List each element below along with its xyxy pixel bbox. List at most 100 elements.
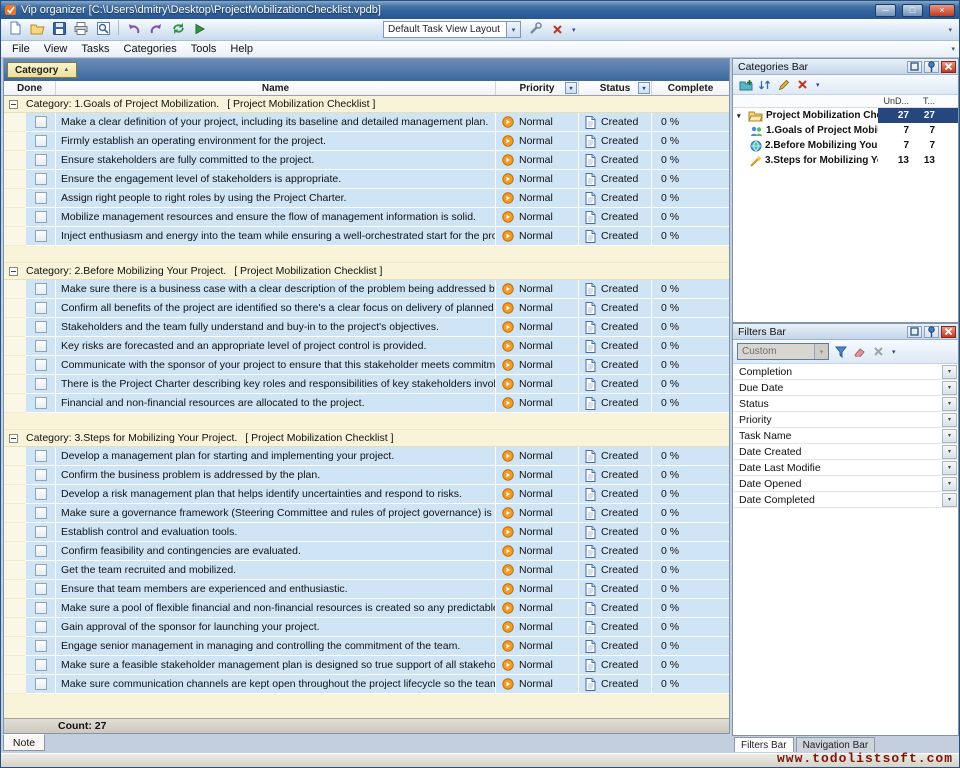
filter-preset-select[interactable]: Custom ▾ — [737, 343, 829, 360]
panel-pin-button[interactable] — [924, 326, 939, 338]
filter-dropdown-icon[interactable]: ▾ — [942, 461, 957, 475]
side-tab-navigation-bar[interactable]: Navigation Bar — [796, 737, 876, 752]
done-checkbox[interactable] — [35, 507, 47, 519]
arrange-categories-button[interactable] — [755, 76, 774, 93]
category-tree-item[interactable]: ▾Project Mobilization Checklist2727 — [733, 108, 958, 123]
filter-row[interactable]: Status▾ — [733, 396, 958, 412]
redo-button[interactable] — [145, 19, 167, 38]
collapse-icon[interactable] — [9, 434, 18, 443]
link-button[interactable] — [524, 19, 546, 38]
task-row[interactable]: Ensure that team members are experienced… — [4, 580, 729, 599]
filter-dropdown-icon[interactable]: ▾ — [942, 381, 957, 395]
done-checkbox[interactable] — [35, 211, 47, 223]
done-checkbox[interactable] — [35, 640, 47, 652]
layout-dropdown-icon[interactable]: ▾ — [568, 26, 580, 34]
task-row[interactable]: Stakeholders and the team fully understa… — [4, 318, 729, 337]
group-header-row[interactable]: Category: 3.Steps for Mobilizing Your Pr… — [4, 430, 729, 447]
filter-dropdown-icon[interactable]: ▾ — [942, 365, 957, 379]
preview-button[interactable] — [92, 19, 114, 38]
task-row[interactable]: Make a clear definition of your project,… — [4, 113, 729, 132]
done-checkbox[interactable] — [35, 678, 47, 690]
filter-dropdown-icon[interactable]: ▾ — [942, 445, 957, 459]
delete-button[interactable] — [546, 20, 568, 39]
task-row[interactable]: Make sure a pool of flexible financial a… — [4, 599, 729, 618]
done-checkbox[interactable] — [35, 192, 47, 204]
open-button[interactable] — [26, 19, 48, 38]
maximize-button[interactable]: □ — [902, 4, 923, 17]
task-row[interactable]: There is the Project Charter describing … — [4, 375, 729, 394]
panel-pin-button[interactable] — [924, 61, 939, 73]
filter-dropdown-icon[interactable]: ▾ — [942, 493, 957, 507]
task-row[interactable]: Mobilize management resources and ensure… — [4, 208, 729, 227]
side-tab-filters-bar[interactable]: Filters Bar — [734, 737, 794, 752]
done-checkbox[interactable] — [35, 135, 47, 147]
group-by-category-chip[interactable]: Category ▲ — [7, 62, 77, 78]
toolbar-overflow-button[interactable]: ▾ — [944, 26, 956, 34]
done-checkbox[interactable] — [35, 488, 47, 500]
toolbar-dropdown-icon[interactable]: ▾ — [812, 81, 824, 89]
clear-filter-button[interactable] — [850, 343, 869, 360]
task-view-layout-select[interactable]: Default Task View Layout ▾ — [383, 21, 521, 38]
menu-overflow-button[interactable]: ▾ — [947, 45, 959, 53]
panel-close-button[interactable] — [941, 61, 956, 73]
done-checkbox[interactable] — [35, 173, 47, 185]
delete-category-button[interactable] — [793, 76, 812, 93]
note-tab[interactable]: Note — [3, 734, 45, 751]
new-button[interactable] — [4, 19, 26, 38]
filter-row[interactable]: Due Date▾ — [733, 380, 958, 396]
done-checkbox[interactable] — [35, 602, 47, 614]
task-row[interactable]: Engage senior management in managing and… — [4, 637, 729, 656]
filter-row[interactable]: Priority▾ — [733, 412, 958, 428]
filter-dropdown-icon[interactable]: ▾ — [942, 477, 957, 491]
task-row[interactable]: Ensure stakeholders are fully committed … — [4, 151, 729, 170]
task-row[interactable]: Assign right people to right roles by us… — [4, 189, 729, 208]
task-row[interactable]: Develop a risk management plan that help… — [4, 485, 729, 504]
task-row[interactable]: Communicate with the sponsor of your pro… — [4, 356, 729, 375]
task-row[interactable]: Get the team recruited and mobilized.Nor… — [4, 561, 729, 580]
filter-row[interactable]: Date Created▾ — [733, 444, 958, 460]
done-checkbox[interactable] — [35, 526, 47, 538]
filter-row[interactable]: Completion▾ — [733, 364, 958, 380]
task-row[interactable]: Financial and non-financial resources ar… — [4, 394, 729, 413]
task-row[interactable]: Make sure a feasible stakeholder managem… — [4, 656, 729, 675]
done-checkbox[interactable] — [35, 583, 47, 595]
close-button[interactable]: × — [929, 4, 955, 17]
task-row[interactable]: Make sure there is a business case with … — [4, 280, 729, 299]
filter-row[interactable]: Date Completed▾ — [733, 492, 958, 508]
task-row[interactable]: Gain approval of the sponsor for launchi… — [4, 618, 729, 637]
task-row[interactable]: Confirm feasibility and contingencies ar… — [4, 542, 729, 561]
done-checkbox[interactable] — [35, 116, 47, 128]
panel-restore-button[interactable] — [907, 61, 922, 73]
minimize-button[interactable]: ─ — [875, 4, 896, 17]
done-checkbox[interactable] — [35, 154, 47, 166]
category-tree-item[interactable]: 2.Before Mobilizing Your Projec77 — [733, 138, 958, 153]
menu-item-tools[interactable]: Tools — [184, 42, 224, 56]
menu-item-view[interactable]: View — [37, 42, 75, 56]
print-button[interactable] — [70, 19, 92, 38]
column-header-status[interactable]: Status ▾ — [579, 81, 652, 95]
status-filter-button[interactable]: ▾ — [638, 82, 650, 94]
task-row[interactable]: Inject enthusiasm and energy into the te… — [4, 227, 729, 246]
menu-item-help[interactable]: Help — [223, 42, 260, 56]
done-checkbox[interactable] — [35, 283, 47, 295]
undo-button[interactable] — [123, 19, 145, 38]
filter-dropdown-icon[interactable]: ▾ — [942, 413, 957, 427]
done-checkbox[interactable] — [35, 450, 47, 462]
task-row[interactable]: Develop a management plan for starting a… — [4, 447, 729, 466]
edit-filter-button[interactable] — [831, 343, 850, 360]
category-tree-item[interactable]: 3.Steps for Mobilizing Your Pro1313 — [733, 153, 958, 168]
sync-button[interactable] — [167, 19, 189, 38]
task-row[interactable]: Make sure communication channels are kep… — [4, 675, 729, 694]
column-header-done[interactable]: Done — [4, 81, 56, 95]
toolbar-dropdown-icon[interactable]: ▾ — [888, 348, 900, 356]
menu-item-file[interactable]: File — [5, 42, 37, 56]
task-row[interactable]: Firmly establish an operating environmen… — [4, 132, 729, 151]
delete-filter-button[interactable] — [869, 343, 888, 360]
column-header-priority[interactable]: Priority ▾ — [496, 81, 579, 95]
collapse-icon[interactable] — [9, 100, 18, 109]
done-checkbox[interactable] — [35, 302, 47, 314]
done-checkbox[interactable] — [35, 545, 47, 557]
done-checkbox[interactable] — [35, 340, 47, 352]
column-header-name[interactable]: Name — [56, 81, 496, 95]
save-button[interactable] — [48, 19, 70, 38]
